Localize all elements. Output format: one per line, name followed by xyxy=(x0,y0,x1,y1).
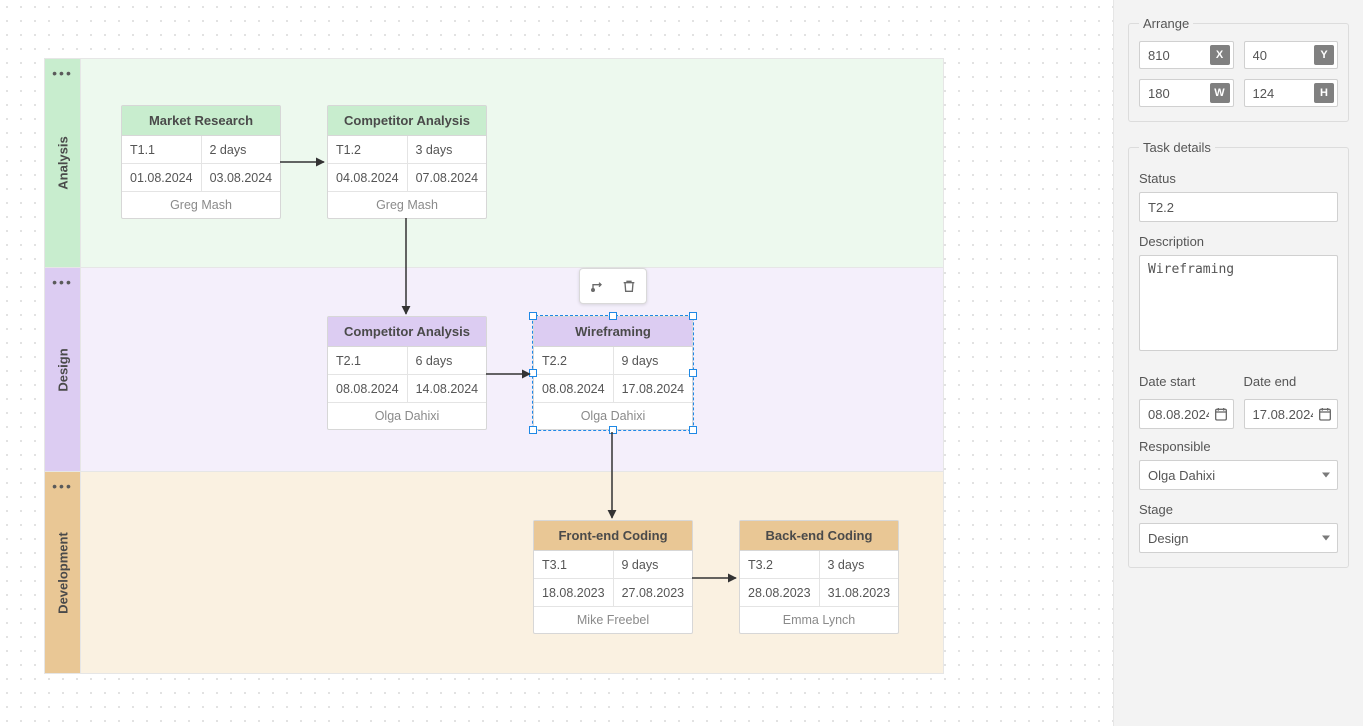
more-icon[interactable]: ••• xyxy=(52,65,73,81)
arrange-legend: Arrange xyxy=(1139,16,1193,31)
lane-design: ••• Design Competitor Analysis T2.1 6 da… xyxy=(44,268,944,472)
connect-icon xyxy=(589,278,605,294)
status-input[interactable] xyxy=(1139,192,1338,222)
lane-design-header[interactable]: ••• Design xyxy=(45,268,81,471)
task-duration: 6 days xyxy=(407,347,487,375)
task-title: Market Research xyxy=(122,106,280,136)
h-badge: H xyxy=(1314,83,1334,103)
task-end: 27.08.2023 xyxy=(613,579,693,607)
task-t12[interactable]: Competitor Analysis T1.2 3 days 04.08.20… xyxy=(327,105,487,219)
status-label: Status xyxy=(1139,171,1338,186)
task-start: 01.08.2024 xyxy=(122,164,201,192)
more-icon[interactable]: ••• xyxy=(52,478,73,494)
resize-handle-ne[interactable] xyxy=(689,312,697,320)
arrange-group: Arrange X Y W H xyxy=(1128,16,1349,122)
x-badge: X xyxy=(1210,45,1230,65)
connect-button[interactable] xyxy=(584,273,610,299)
resize-handle-se[interactable] xyxy=(689,426,697,434)
task-end: 17.08.2024 xyxy=(613,375,693,403)
selection-toolbar xyxy=(579,268,647,304)
chevron-down-icon xyxy=(1322,536,1330,541)
task-start: 18.08.2023 xyxy=(534,579,613,607)
diagram-canvas[interactable]: ••• Analysis Market Research T1.1 2 days… xyxy=(0,0,1113,726)
date-end-label: Date end xyxy=(1244,374,1339,389)
task-title: Competitor Analysis xyxy=(328,317,486,347)
responsible-select[interactable] xyxy=(1139,460,1338,490)
resize-handle-e[interactable] xyxy=(689,369,697,377)
stage-label: Stage xyxy=(1139,502,1338,517)
resize-handle-w[interactable] xyxy=(529,369,537,377)
trash-icon xyxy=(621,278,637,294)
task-end: 07.08.2024 xyxy=(407,164,487,192)
swimlanes: ••• Analysis Market Research T1.1 2 days… xyxy=(44,58,944,674)
task-owner: Olga Dahixi xyxy=(328,403,486,429)
calendar-icon[interactable] xyxy=(1213,406,1229,422)
task-t21[interactable]: Competitor Analysis T2.1 6 days 08.08.20… xyxy=(327,316,487,430)
more-icon[interactable]: ••• xyxy=(52,274,73,290)
task-t31[interactable]: Front-end Coding T3.1 9 days 18.08.2023 … xyxy=(533,520,693,634)
task-start: 08.08.2024 xyxy=(534,375,613,403)
task-code: T1.2 xyxy=(328,136,407,164)
task-code: T1.1 xyxy=(122,136,201,164)
resize-handle-sw[interactable] xyxy=(529,426,537,434)
task-t32[interactable]: Back-end Coding T3.2 3 days 28.08.2023 3… xyxy=(739,520,899,634)
resize-handle-n[interactable] xyxy=(609,312,617,320)
w-badge: W xyxy=(1210,83,1230,103)
lane-analysis-label: Analysis xyxy=(55,136,70,189)
task-details-legend: Task details xyxy=(1139,140,1215,155)
task-details-group: Task details Status Description Date sta… xyxy=(1128,140,1349,568)
task-title: Competitor Analysis xyxy=(328,106,486,136)
task-code: T3.1 xyxy=(534,551,613,579)
date-start-label: Date start xyxy=(1139,374,1234,389)
inspector-panel: Arrange X Y W H xyxy=(1113,0,1363,726)
task-code: T2.1 xyxy=(328,347,407,375)
task-owner: Mike Freebel xyxy=(534,607,692,633)
task-end: 31.08.2023 xyxy=(819,579,899,607)
task-start: 04.08.2024 xyxy=(328,164,407,192)
task-duration: 3 days xyxy=(819,551,899,579)
calendar-icon[interactable] xyxy=(1317,406,1333,422)
lane-development: ••• Development Front-end Coding T3.1 9 … xyxy=(44,472,944,674)
stage-select[interactable] xyxy=(1139,523,1338,553)
stage-value[interactable] xyxy=(1139,523,1338,553)
task-owner: Emma Lynch xyxy=(740,607,898,633)
lane-design-label: Design xyxy=(55,348,70,391)
task-t11[interactable]: Market Research T1.1 2 days 01.08.2024 0… xyxy=(121,105,281,219)
task-owner: Greg Mash xyxy=(328,192,486,218)
task-duration: 2 days xyxy=(201,136,281,164)
resize-handle-s[interactable] xyxy=(609,426,617,434)
task-duration: 9 days xyxy=(613,551,693,579)
task-t22[interactable]: Wireframing T2.2 9 days 08.08.2024 17.08… xyxy=(533,316,693,430)
lane-development-header[interactable]: ••• Development xyxy=(45,472,81,673)
lane-analysis-header[interactable]: ••• Analysis xyxy=(45,59,81,267)
description-input[interactable] xyxy=(1139,255,1338,351)
task-end: 03.08.2024 xyxy=(201,164,281,192)
task-code: T2.2 xyxy=(534,347,613,375)
responsible-value[interactable] xyxy=(1139,460,1338,490)
y-badge: Y xyxy=(1314,45,1334,65)
task-title: Wireframing xyxy=(534,317,692,347)
task-duration: 9 days xyxy=(613,347,693,375)
task-end: 14.08.2024 xyxy=(407,375,487,403)
resize-handle-nw[interactable] xyxy=(529,312,537,320)
lane-analysis: ••• Analysis Market Research T1.1 2 days… xyxy=(44,58,944,268)
delete-button[interactable] xyxy=(616,273,642,299)
lane-development-label: Development xyxy=(55,532,70,614)
description-label: Description xyxy=(1139,234,1338,249)
task-owner: Greg Mash xyxy=(122,192,280,218)
task-title: Back-end Coding xyxy=(740,521,898,551)
responsible-label: Responsible xyxy=(1139,439,1338,454)
task-start: 28.08.2023 xyxy=(740,579,819,607)
task-code: T3.2 xyxy=(740,551,819,579)
task-title: Front-end Coding xyxy=(534,521,692,551)
chevron-down-icon xyxy=(1322,473,1330,478)
task-duration: 3 days xyxy=(407,136,487,164)
task-start: 08.08.2024 xyxy=(328,375,407,403)
